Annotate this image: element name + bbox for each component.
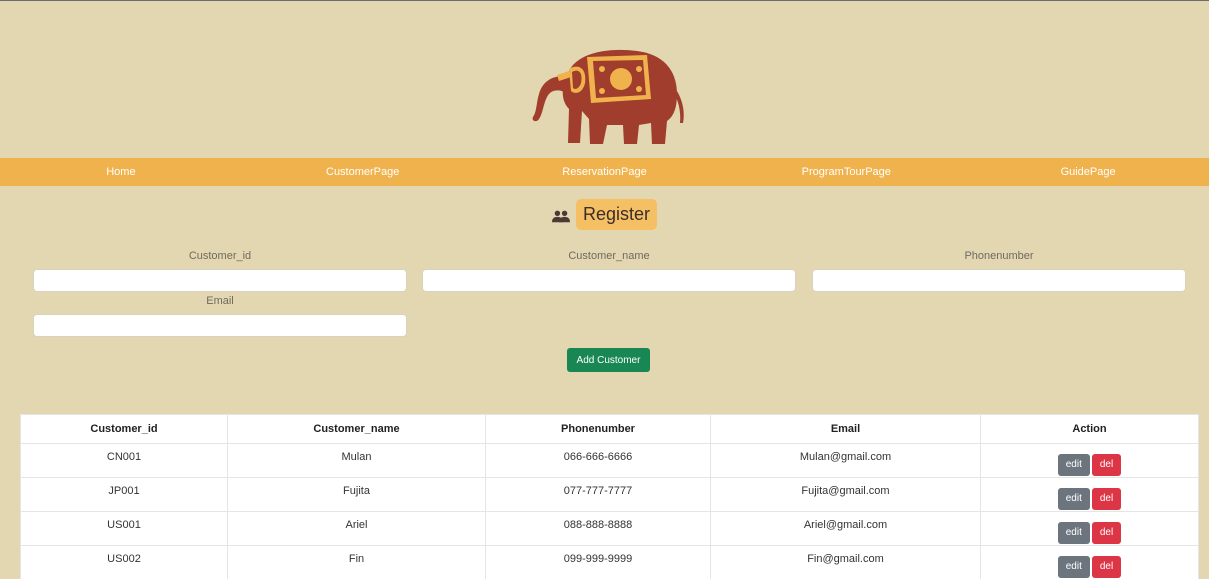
header-customer-id: Customer_id	[20, 414, 228, 444]
cell-customer-id: JP001	[20, 477, 228, 512]
cell-phonenumber: 066-666-6666	[485, 443, 711, 478]
table-row: JP001 Fujita 077-777-7777 Fujita@gmail.c…	[20, 477, 1199, 512]
email-input[interactable]	[33, 314, 407, 337]
customer-name-input[interactable]	[422, 269, 796, 292]
cell-action: edit del	[980, 477, 1199, 512]
edit-button[interactable]: edit	[1057, 556, 1090, 578]
header-phonenumber: Phonenumber	[485, 414, 711, 444]
cell-customer-id: US001	[20, 511, 228, 546]
cell-phonenumber: 077-777-7777	[485, 477, 711, 512]
nav-item-home[interactable]: Home	[0, 166, 242, 178]
cell-customer-name: Fujita	[227, 477, 486, 512]
elephant-icon	[532, 49, 684, 144]
table-row: US002 Fin 099-999-9999 Fin@gmail.com edi…	[20, 545, 1199, 579]
cell-action: edit del	[980, 443, 1199, 478]
cell-customer-name: Mulan	[227, 443, 486, 478]
register-heading: Register	[0, 199, 1209, 230]
cell-phonenumber: 099-999-9999	[485, 545, 711, 579]
customer-table: Customer_id Customer_name Phonenumber Em…	[20, 414, 1199, 579]
cell-customer-id: US002	[20, 545, 228, 579]
cell-customer-name: Ariel	[227, 511, 486, 546]
header-action: Action	[980, 414, 1199, 444]
cell-email: Fujita@gmail.com	[710, 477, 981, 512]
nav-item-customer-page[interactable]: CustomerPage	[242, 166, 484, 178]
page: Home CustomerPage ReservationPage Progra…	[0, 0, 1209, 579]
delete-button[interactable]: del	[1091, 488, 1122, 510]
delete-button[interactable]: del	[1091, 454, 1122, 476]
table-row: CN001 Mulan 066-666-6666 Mulan@gmail.com…	[20, 443, 1199, 478]
cell-action: edit del	[980, 511, 1199, 546]
users-icon	[551, 210, 570, 222]
cell-phonenumber: 088-888-8888	[485, 511, 711, 546]
delete-button[interactable]: del	[1091, 556, 1122, 578]
cell-customer-id: CN001	[20, 443, 228, 478]
cell-email: Mulan@gmail.com	[710, 443, 981, 478]
cell-customer-name: Fin	[227, 545, 486, 579]
logo-header	[0, 1, 1209, 158]
cell-email: Ariel@gmail.com	[710, 511, 981, 546]
edit-button[interactable]: edit	[1057, 454, 1090, 476]
header-customer-name: Customer_name	[227, 414, 486, 444]
cell-email: Fin@gmail.com	[710, 545, 981, 579]
nav-item-program-tour-page[interactable]: ProgramTourPage	[725, 166, 967, 178]
header-email: Email	[710, 414, 981, 444]
edit-button[interactable]: edit	[1057, 488, 1090, 510]
navbar: Home CustomerPage ReservationPage Progra…	[0, 158, 1209, 186]
phonenumber-input[interactable]	[812, 269, 1186, 292]
nav-item-guide-page[interactable]: GuidePage	[967, 166, 1209, 178]
nav-item-reservation-page[interactable]: ReservationPage	[484, 166, 726, 178]
edit-button[interactable]: edit	[1057, 522, 1090, 544]
register-title: Register	[575, 199, 658, 230]
phonenumber-label: Phonenumber	[964, 250, 1034, 262]
add-customer-button[interactable]: Add Customer	[567, 348, 650, 372]
customer-id-input[interactable]	[33, 269, 407, 292]
customer-name-label: Customer_name	[568, 250, 650, 262]
delete-button[interactable]: del	[1091, 522, 1122, 544]
table-row: US001 Ariel 088-888-8888 Ariel@gmail.com…	[20, 511, 1199, 546]
customer-id-label: Customer_id	[188, 250, 252, 262]
table-header-row: Customer_id Customer_name Phonenumber Em…	[20, 414, 1199, 444]
cell-action: edit del	[980, 545, 1199, 579]
email-label: Email	[206, 295, 234, 307]
